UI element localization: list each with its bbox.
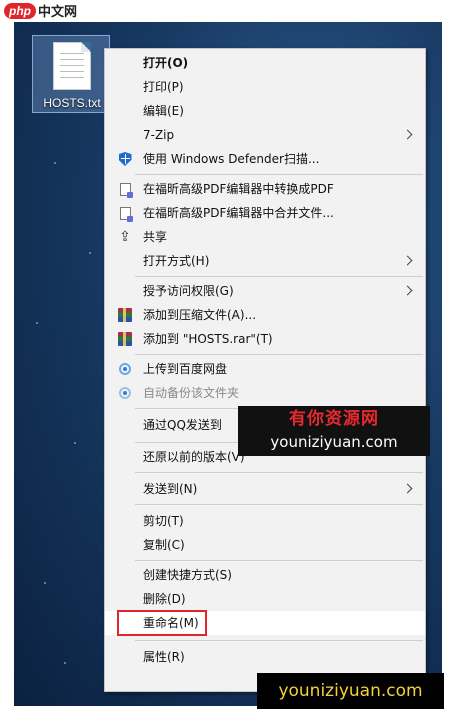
menu-item-7zip[interactable]: 7-Zip [105,123,425,147]
menu-item-print[interactable]: 打印(P) [105,75,425,99]
menu-item-open-with[interactable]: 打开方式(H) [105,249,425,273]
menu-separator [135,504,423,505]
chevron-right-icon [402,255,413,266]
shield-icon [118,152,132,166]
menu-item-upload-baidu[interactable]: 上传到百度网盘 [105,357,425,381]
menu-item-open[interactable]: 打开(O) [105,51,425,75]
context-menu: 打开(O) 打印(P) 编辑(E) 7-Zip 使用 Windows Defen… [104,48,426,692]
menu-separator [135,640,423,641]
menu-item-properties[interactable]: 属性(R) [105,645,425,669]
menu-item-add-rar[interactable]: 添加到 "HOSTS.rar"(T) [105,327,425,351]
menu-separator [135,276,423,277]
menu-item-copy[interactable]: 复制(C) [105,533,425,557]
text-file-icon [53,42,91,90]
menu-item-pdf-convert[interactable]: 在福昕高级PDF编辑器中转换成PDF [105,177,425,201]
desktop-file-label: HOSTS.txt [43,96,101,110]
baidu-netdisk-icon [119,363,131,375]
share-icon: ⇪ [119,229,131,245]
menu-item-auto-backup: 自动备份该文件夹 [105,381,425,405]
menu-separator [135,472,423,473]
menu-item-send-to[interactable]: 发送到(N) [105,477,425,501]
winrar-icon [118,332,132,346]
menu-item-pdf-merge[interactable]: 在福昕高级PDF编辑器中合并文件... [105,201,425,225]
menu-separator [135,174,423,175]
chevron-right-icon [402,483,413,494]
menu-item-defender[interactable]: 使用 Windows Defender扫描... [105,147,425,171]
baidu-netdisk-icon [119,387,131,399]
chevron-right-icon [402,285,413,296]
menu-item-edit[interactable]: 编辑(E) [105,99,425,123]
watermark-banner: 有你资源网 youniziyuan.com [238,406,430,456]
menu-item-create-shortcut[interactable]: 创建快捷方式(S) [105,563,425,587]
chevron-right-icon [402,129,413,140]
logo-cn-text: 中文网 [38,5,78,20]
desktop-file-hosts[interactable]: HOSTS.txt [32,35,110,113]
menu-item-share[interactable]: ⇪ 共享 [105,225,425,249]
menu-item-grant-access[interactable]: 授予访问权限(G) [105,279,425,303]
menu-item-delete[interactable]: 删除(D) [105,587,425,611]
menu-separator [135,354,423,355]
rename-highlight-box [117,610,207,636]
logo-strip: php 中文网 [0,0,449,22]
logo-php-text: php [4,2,36,19]
menu-item-cut[interactable]: 剪切(T) [105,509,425,533]
pdf-doc-icon [119,182,133,198]
watermark-url-text: youniziyuan.com [270,433,398,451]
watermark-cn-text: 有你资源网 [289,409,379,429]
php-cn-logo: php 中文网 [4,1,77,20]
watermark-url-bottom: youniziyuan.com [257,673,444,709]
menu-item-add-archive[interactable]: 添加到压缩文件(A)... [105,303,425,327]
menu-separator [135,560,423,561]
pdf-doc-icon [119,206,133,222]
winrar-icon [118,308,132,322]
